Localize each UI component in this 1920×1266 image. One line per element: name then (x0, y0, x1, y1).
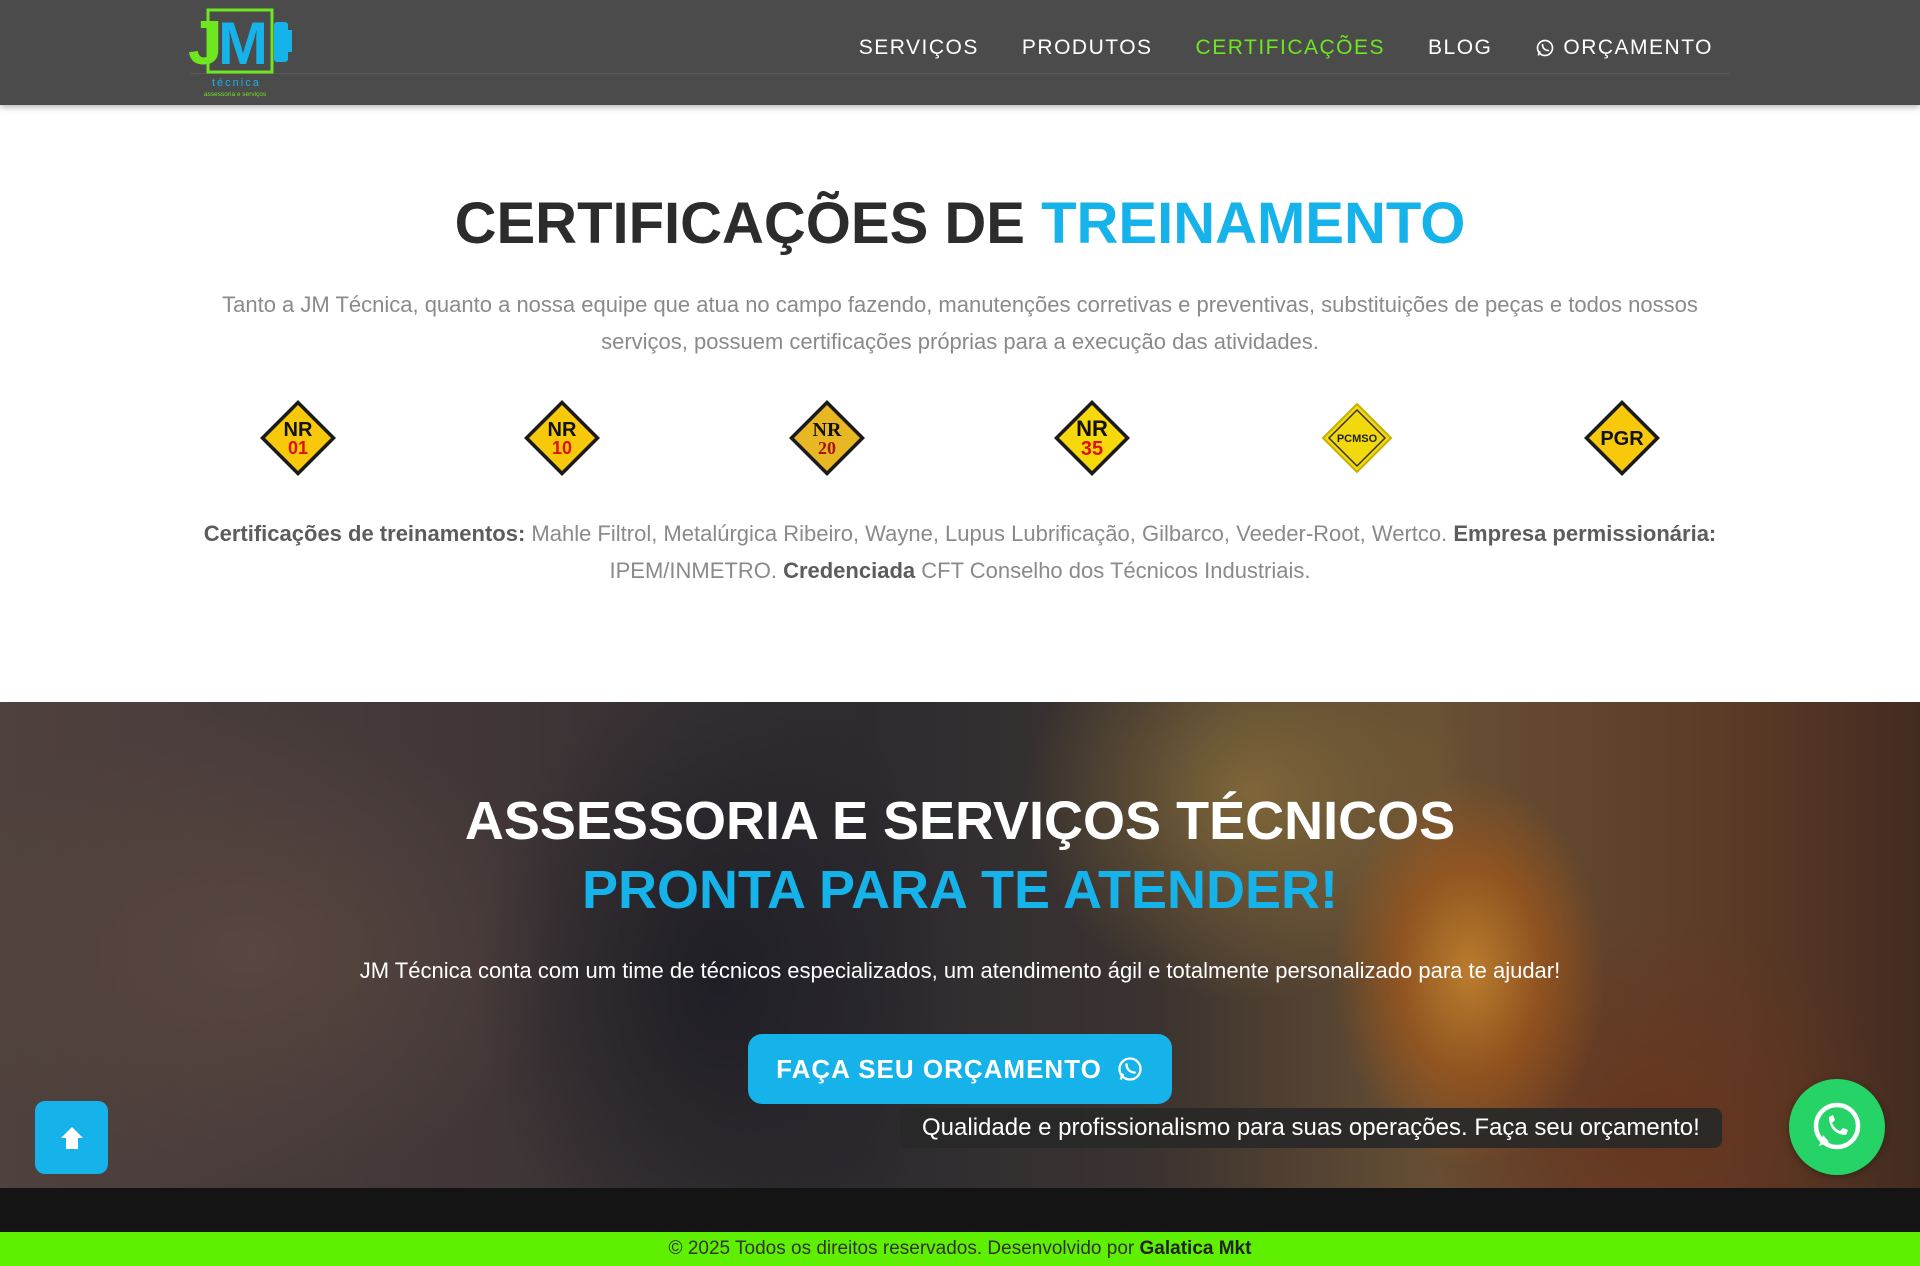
nr20-badge-icon: NR 20 (789, 400, 865, 476)
nav-orcamento[interactable]: ORÇAMENTO (1535, 36, 1713, 60)
badge-pgr-label: PGR (1600, 428, 1644, 450)
nr01-badge-icon: NR 01 (260, 400, 336, 476)
badge-nr35-line2: 35 (1081, 438, 1103, 460)
hero-title-line2: PRONTA PARA TE ATENDER! (582, 860, 1338, 920)
nav-produtos-label: PRODUTOS (1021, 36, 1153, 59)
whatsapp-float-button[interactable] (1789, 1079, 1885, 1175)
badge-nr20-line2: 20 (818, 438, 836, 458)
info-text-treinamentos: Mahle Filtrol, Metalúrgica Ribeiro, Wayn… (525, 521, 1454, 546)
info-text-credenciada: CFT Conselho dos Técnicos Industriais. (915, 558, 1311, 583)
main-nav: SERVIÇOS PRODUTOS CERTIFICAÇÕES BLOG ORÇ… (859, 36, 1713, 60)
svg-text:assessoria e serviços: assessoria e serviços (204, 91, 267, 98)
whatsapp-tooltip[interactable]: Qualidade e profissionalismo para suas o… (900, 1108, 1722, 1148)
svg-text:técnica: técnica (212, 77, 261, 89)
nav-blog[interactable]: BLOG (1428, 36, 1492, 60)
nav-servicos-label: SERVIÇOS (858, 36, 979, 59)
info-text-empresa: IPEM/INMETRO. (609, 558, 784, 583)
nr10-badge-icon: NR 10 (524, 400, 600, 476)
certifications-title: CERTIFICAÇÕES DE TREINAMENTO (0, 190, 1920, 257)
badge-nr10-line2: 10 (552, 438, 572, 458)
footer-developer-link[interactable]: Galatica Mkt (1140, 1238, 1252, 1259)
nav-blog-label: BLOG (1428, 36, 1493, 59)
nav-orcamento-label: ORÇAMENTO (1563, 36, 1713, 59)
scroll-to-top-button[interactable] (35, 1101, 108, 1174)
header-divider (190, 73, 1730, 74)
pgr-badge-icon: PGR (1584, 400, 1660, 476)
hero-description: JM Técnica conta com um time de técnicos… (359, 958, 1561, 983)
info-label-empresa: Empresa permissionária: (1453, 521, 1717, 546)
certifications-title-part1: CERTIFICAÇÕES DE (454, 191, 1025, 256)
arrow-up-icon (60, 1126, 83, 1149)
svg-text:M: M (218, 10, 268, 77)
footer-dark-band (0, 1188, 1920, 1232)
hero-title-line1: ASSESSORIA E SERVIÇOS TÉCNICOS (464, 791, 1456, 851)
nr35-badge-icon: NR 35 (1054, 400, 1130, 476)
whatsapp-icon (1813, 1102, 1861, 1150)
pcmso-badge-icon: PCMSO (1321, 402, 1393, 474)
nav-certificacoes-label: CERTIFICAÇÕES (1195, 36, 1386, 59)
certifications-info: Certificações de treinamentos: Mahle Fil… (180, 515, 1740, 589)
whatsapp-icon (1537, 39, 1554, 57)
request-quote-button[interactable]: FAÇA SEU ORÇAMENTO (748, 1034, 1172, 1104)
nav-servicos[interactable]: SERVIÇOS (859, 36, 979, 60)
nav-produtos[interactable]: PRODUTOS (1022, 36, 1153, 60)
site-header: J M técnica assessoria e serviços SERVIÇ… (0, 0, 1920, 105)
request-quote-label: FAÇA SEU ORÇAMENTO (776, 1053, 1102, 1084)
certifications-title-part2: TREINAMENTO (1041, 191, 1466, 256)
certifications-description: Tanto a JM Técnica, quanto a nossa equip… (222, 292, 1698, 354)
footer-copyright: © 2025 Todos os direitos reservados. Des… (668, 1238, 1140, 1259)
badge-pcmso-label: PCMSO (1337, 433, 1378, 445)
info-label-treinamentos: Certificações de treinamentos: (203, 521, 526, 546)
nav-certificacoes[interactable]: CERTIFICAÇÕES (1196, 36, 1385, 60)
whatsapp-icon (1118, 1057, 1142, 1081)
info-label-credenciada: Credenciada (783, 558, 916, 583)
footer-copyright-bar: © 2025 Todos os direitos reservados. Des… (0, 1232, 1920, 1266)
certification-badges: NR 01 NR 10 NR 20 NR 35 PCMSO PGR (0, 398, 1920, 478)
badge-nr01-line2: 01 (288, 438, 308, 458)
jm-tecnica-logo[interactable]: J M técnica assessoria e serviços (186, 8, 302, 98)
